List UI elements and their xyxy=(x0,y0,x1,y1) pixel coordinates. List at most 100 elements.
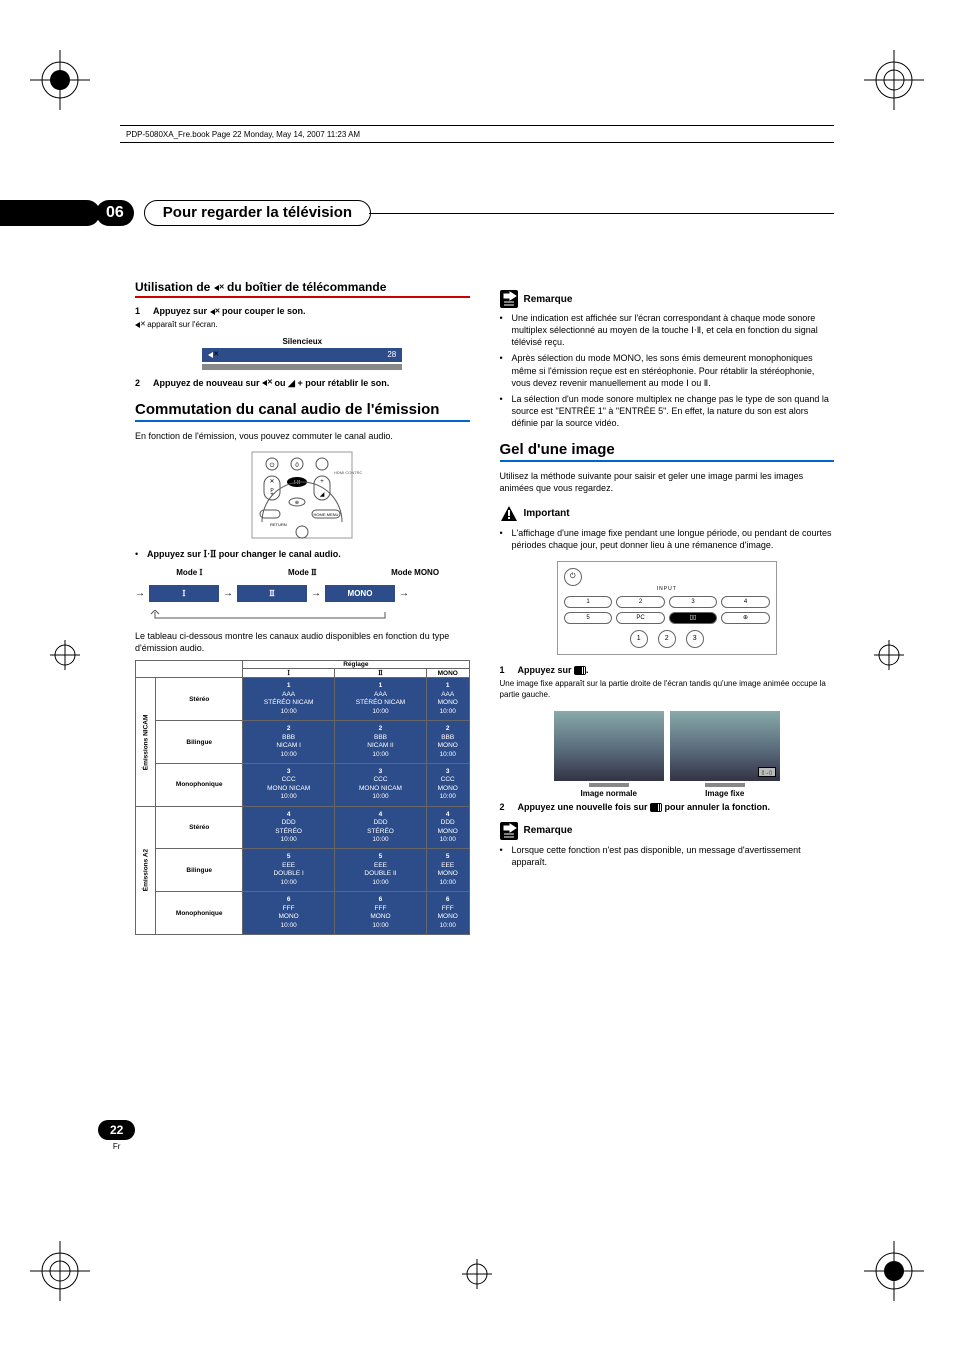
row-label: Bilingue xyxy=(156,849,243,892)
svg-text:+: + xyxy=(320,479,324,485)
important-icon xyxy=(500,505,518,523)
freeze-button: ▯▯ xyxy=(669,612,718,624)
table-cell: 4DDDSTÉRÉO10:00 xyxy=(243,806,335,849)
note-label-2: Remarque xyxy=(524,825,573,836)
table-cell: 6FFFMONO10:00 xyxy=(426,892,469,935)
table-cell: 4DDDMONO10:00 xyxy=(426,806,469,849)
print-tick-r xyxy=(874,640,904,672)
input-3: 3 xyxy=(669,596,718,608)
caption-normal: Image normale xyxy=(554,789,664,798)
chapter-bar: 06 Pour regarder la télévision xyxy=(0,200,834,226)
svg-text:HOME MENU: HOME MENU xyxy=(314,512,339,517)
num-3: 3 xyxy=(686,630,704,648)
heading-freeze: Gel d'une image xyxy=(500,441,835,462)
svg-text:⏻: ⏻ xyxy=(270,462,275,469)
table-cell: 4DDDSTÉRÉO10:00 xyxy=(335,806,427,849)
mute-icon xyxy=(208,351,218,359)
tv-pair: Image normale ▯→▯ Image fixe xyxy=(500,711,835,798)
mode-pill-2: Ⅱ xyxy=(237,585,307,602)
mute-icon xyxy=(214,284,224,292)
mute-osd-label: Silencieux xyxy=(202,337,402,346)
table-cell: 3CCCMONO10:00 xyxy=(426,763,469,806)
print-mark-tr xyxy=(864,50,924,110)
mode-pill-1: Ⅰ xyxy=(149,585,219,602)
row-label: Stéréo xyxy=(156,678,243,721)
table-cell: 6FFFMONO10:00 xyxy=(243,892,335,935)
input-pc: PC xyxy=(616,612,665,624)
heading-audio-switch: Commutation du canal audio de l'émission xyxy=(135,401,470,422)
mute-osd: Silencieux 28 xyxy=(202,337,402,370)
table-cell: 5EEEDOUBLE I10:00 xyxy=(243,849,335,892)
table-cell: 5EEEMONO10:00 xyxy=(426,849,469,892)
mute-icon xyxy=(210,308,220,316)
note-icon xyxy=(500,290,518,308)
page-number-value: 22 xyxy=(98,1120,135,1140)
power-icon: ⏻ xyxy=(564,568,582,586)
print-mark-br xyxy=(864,1241,924,1301)
chapter-number: 06 xyxy=(96,200,134,226)
table-cell: 1AAAMONO10:00 xyxy=(426,678,469,721)
table-cell: 5EEEDOUBLE II10:00 xyxy=(335,849,427,892)
input-label: INPUT xyxy=(564,586,770,592)
th-c1: Ⅰ xyxy=(243,669,335,678)
svg-text:HDMI CONTROL: HDMI CONTROL xyxy=(334,470,362,475)
tv-fixe: ▯→▯ Image fixe xyxy=(670,711,780,798)
print-tick-l xyxy=(50,640,80,672)
input-4: 4 xyxy=(721,596,770,608)
bullet-mode: • Appuyez sur Ⅰ·Ⅱ pour changer le canal … xyxy=(135,548,470,560)
table-cell: 2BBBNICAM I10:00 xyxy=(243,721,335,764)
table-cell: 6FFFMONO10:00 xyxy=(335,892,427,935)
svg-text:✕: ✕ xyxy=(270,479,275,485)
note-header-1: Remarque xyxy=(500,290,835,308)
note-label: Remarque xyxy=(524,294,573,305)
volume-up-icon: ◢ xyxy=(288,378,295,389)
step-1: 1 Appuyez sur pour couper le son. xyxy=(135,306,470,316)
num-1: 1 xyxy=(630,630,648,648)
th-mono: MONO xyxy=(426,669,469,678)
group-header: Émissions A2 xyxy=(136,806,156,934)
left-column: Utilisation de du boîtier de télécommand… xyxy=(135,280,470,935)
freeze-step1-after: Une image fixe apparaît sur la partie dr… xyxy=(500,679,835,701)
num-2: 2 xyxy=(658,630,676,648)
freeze-step-2: 2 Appuyez une nouvelle fois sur pour ann… xyxy=(500,802,835,812)
important-1: •L'affichage d'une image fixe pendant un… xyxy=(500,527,835,551)
input-1: 1 xyxy=(564,596,613,608)
page-number: 22 Fr xyxy=(98,1120,135,1151)
row-label: Monophonique xyxy=(156,892,243,935)
group-header: Émissions NICAM xyxy=(136,678,156,806)
freeze-icon xyxy=(650,803,662,812)
note-header-2: Remarque xyxy=(500,822,835,840)
freeze-icon xyxy=(574,666,586,675)
th-reglage: Réglage xyxy=(243,661,469,669)
note-3: •La sélection d'un mode sonore multiplex… xyxy=(500,393,835,429)
mode-loop-arrow xyxy=(135,610,470,624)
page-lang: Fr xyxy=(98,1142,135,1151)
mute-icon xyxy=(262,379,272,387)
table-cell: 3CCCMONO NICAM10:00 xyxy=(335,763,427,806)
p-table-intro: Le tableau ci-dessous montre les canaux … xyxy=(135,630,470,654)
mode-diagram: Mode Ⅰ Mode Ⅱ Mode MONO xyxy=(135,568,470,577)
svg-text:◢: ◢ xyxy=(320,492,325,498)
row-label: Bilingue xyxy=(156,721,243,764)
note-2: •Après sélection du mode MONO, les sons … xyxy=(500,352,835,388)
mode-pills: → Ⅰ → Ⅱ → MONO → xyxy=(135,585,470,602)
important-header: Important xyxy=(500,505,835,523)
freeze-osd-icon: ▯→▯ xyxy=(758,767,776,777)
remote-illustration-2: ⏻ INPUT 1 2 3 4 5 PC ▯▯ ⊕ 1 2 3 xyxy=(557,561,777,655)
right-column: Remarque •Une indication est affichée su… xyxy=(500,280,835,935)
note-icon xyxy=(500,822,518,840)
mode-pill-mono: MONO xyxy=(325,585,395,602)
input-2: 2 xyxy=(616,596,665,608)
step-2: 2 Appuyez de nouveau sur ou ◢ + pour rét… xyxy=(135,378,470,389)
note-4: •Lorsque cette fonction n'est pas dispon… xyxy=(500,844,835,868)
input-blank: ⊕ xyxy=(721,612,770,624)
svg-text:⊕: ⊕ xyxy=(295,500,299,506)
mute-osd-value: 28 xyxy=(387,350,396,359)
input-5: 5 xyxy=(564,612,613,624)
heading-mute: Utilisation de du boîtier de télécommand… xyxy=(135,280,470,298)
step1-after: apparaît sur l'écran. xyxy=(135,320,470,331)
caption-fixe: Image fixe xyxy=(670,789,780,798)
table-cell: 3CCCMONO NICAM10:00 xyxy=(243,763,335,806)
tv-normal: Image normale xyxy=(554,711,664,798)
note-1: •Une indication est affichée sur l'écran… xyxy=(500,312,835,348)
